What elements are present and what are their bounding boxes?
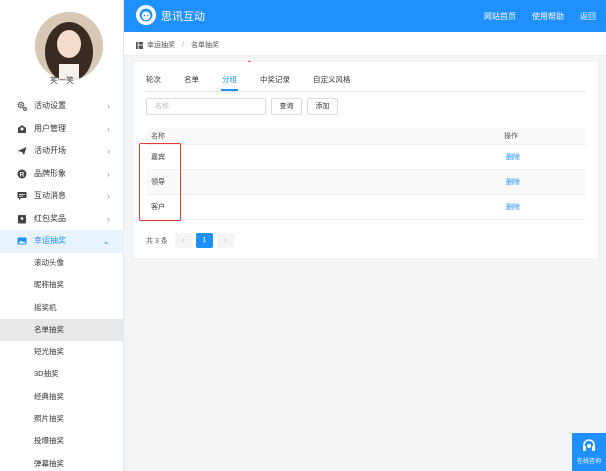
image-icon: [17, 236, 27, 246]
breadcrumb: 幸运抽奖 / 名单抽奖: [136, 40, 219, 50]
submenu-item-lottery-machine[interactable]: 摇奖机: [0, 297, 124, 319]
chevron-right-icon: ›: [107, 123, 110, 134]
gift-icon: [17, 214, 27, 224]
online-chat-button[interactable]: 在线咨询: [572, 433, 606, 471]
send-icon: [17, 146, 27, 156]
avatar[interactable]: [35, 12, 103, 80]
nav-back-link[interactable]: 返回: [580, 11, 596, 22]
breadcrumb-separator: /: [182, 41, 184, 49]
pagination-page-button[interactable]: 1: [195, 233, 213, 248]
tab-divider: [146, 91, 586, 92]
sidebar-item-label: 品牌形象: [34, 168, 66, 178]
sidebar-item-label: 红包奖品: [34, 213, 66, 223]
sidebar-item-brand-image[interactable]: R 品牌形象 ›: [0, 163, 124, 186]
submenu-item-nickname-draw[interactable]: 昵称抽奖: [0, 274, 124, 296]
sidebar-item-lucky-draw[interactable]: 幸运抽奖 ⌄: [0, 230, 124, 253]
sidebar-item-label: 活动设置: [34, 101, 66, 110]
table-row: 领导 删除: [146, 170, 586, 195]
breadcrumb-bar: 幸运抽奖 / 名单抽奖: [124, 32, 606, 56]
search-input[interactable]: [146, 98, 266, 115]
submenu-item-light-draw[interactable]: 短光抽奖: [0, 341, 124, 363]
sidebar-item-label: 用户管理: [34, 123, 66, 133]
sidebar-submenu: 滚动头像 昵称抽奖 摇奖机 名单抽奖 短光抽奖 3D抽奖 经典抽奖 照片抽奖 投…: [0, 252, 124, 471]
header-nav: 网站首页 使用帮助 返回: [484, 11, 596, 22]
pagination-next-button[interactable]: ›: [216, 233, 234, 248]
chevron-down-icon: ⌄: [102, 236, 110, 246]
row-name: 嘉宾: [151, 154, 165, 161]
column-header-actions: 操作: [504, 133, 518, 140]
submenu-item-classic-draw[interactable]: 经典抽奖: [0, 386, 124, 408]
submenu-item-burst-draw[interactable]: 投爆抽奖: [0, 430, 124, 452]
groups-table: 名称 操作 嘉宾 删除 领导 删除 客户 删除: [146, 128, 586, 220]
delete-link[interactable]: 删除: [506, 145, 520, 170]
chevron-right-icon: ›: [107, 101, 110, 111]
tab-groups[interactable]: 分组: [221, 70, 238, 91]
add-button[interactable]: 添加: [307, 98, 338, 115]
registered-icon: R: [17, 169, 27, 179]
breadcrumb-icon: [136, 41, 143, 49]
message-icon: [17, 191, 27, 201]
brand-logo-icon[interactable]: [136, 5, 156, 25]
breadcrumb-item-list-draw: 名单抽奖: [190, 42, 219, 49]
submenu-item-photo-draw[interactable]: 照片抽奖: [0, 408, 124, 430]
tab-winning-records[interactable]: 中奖记录: [260, 70, 290, 90]
main-card: 轮次 名单 分组 中奖记录 自定义风格 查询 添加 名称 操作 嘉宾 删除 领导…: [134, 62, 598, 258]
nav-home-link[interactable]: 网站首页: [484, 11, 516, 22]
sidebar-menu: 活动设置 › 用户管理 › 活动开场 › R 品牌形象 › 互动消息 › 红包奖…: [0, 95, 124, 253]
table-header: 名称 操作: [146, 128, 586, 145]
submenu-item-3d-draw[interactable]: 3D抽奖: [0, 363, 124, 385]
table-row: 嘉宾 删除: [146, 145, 586, 170]
gear-icon: [17, 101, 27, 111]
pagination-prev-button[interactable]: ‹: [174, 233, 192, 248]
chevron-right-icon: ›: [107, 146, 110, 156]
submenu-item-danmaku-draw[interactable]: 弹幕抽奖: [0, 453, 124, 471]
sidebar-item-interactive-message[interactable]: 互动消息 ›: [0, 185, 124, 208]
pagination-total: 共 3 条: [146, 237, 168, 245]
row-name: 领导: [151, 179, 165, 186]
username: 笑一笑: [50, 76, 74, 85]
tab-custom-style[interactable]: 自定义风格: [313, 70, 351, 90]
submenu-item-scroll-avatar[interactable]: 滚动头像: [0, 252, 124, 274]
sidebar-item-label: 互动消息: [34, 191, 66, 200]
headset-icon: [583, 439, 595, 451]
chevron-right-icon: ›: [107, 168, 110, 179]
svg-text:R: R: [20, 171, 25, 178]
sidebar-item-red-packet-prizes[interactable]: 红包奖品 ›: [0, 208, 124, 231]
pagination: 共 3 条 ‹ 1 ›: [146, 233, 234, 248]
submenu-item-list-draw[interactable]: 名单抽奖: [0, 318, 124, 342]
breadcrumb-item-lucky-draw[interactable]: 幸运抽奖: [147, 40, 175, 50]
tab-bar: 轮次 名单 分组 中奖记录 自定义风格: [146, 70, 374, 91]
chevron-right-icon: ›: [107, 213, 110, 224]
nav-help-link[interactable]: 使用帮助: [532, 11, 564, 22]
avatar-image: [35, 12, 103, 80]
sidebar-item-label: 幸运抽奖: [34, 236, 66, 245]
sidebar-item-label: 活动开场: [34, 146, 66, 155]
chevron-right-icon: ›: [107, 191, 110, 201]
sidebar-item-activity-opening[interactable]: 活动开场 ›: [0, 140, 124, 163]
search-button[interactable]: 查询: [271, 98, 302, 115]
row-name: 客户: [151, 204, 165, 211]
sidebar: 笑一笑 活动设置 › 用户管理 › 活动开场 › R 品牌形象 › 互动消息 ›…: [0, 0, 124, 471]
delete-link[interactable]: 删除: [506, 195, 520, 220]
sidebar-item-user-management[interactable]: 用户管理 ›: [0, 118, 124, 141]
column-header-name: 名称: [151, 133, 165, 140]
chat-label: 在线咨询: [576, 459, 601, 465]
delete-link[interactable]: 删除: [506, 170, 520, 195]
table-row: 客户 删除: [146, 195, 586, 220]
tab-list[interactable]: 名单: [184, 70, 199, 90]
user-icon: [17, 124, 27, 134]
brand-name: 思讯互动: [161, 11, 205, 23]
tab-rounds[interactable]: 轮次: [146, 70, 161, 90]
top-header: 思讯互动 网站首页 使用帮助 返回: [124, 0, 606, 32]
sidebar-item-activity-settings[interactable]: 活动设置 ›: [0, 95, 124, 118]
